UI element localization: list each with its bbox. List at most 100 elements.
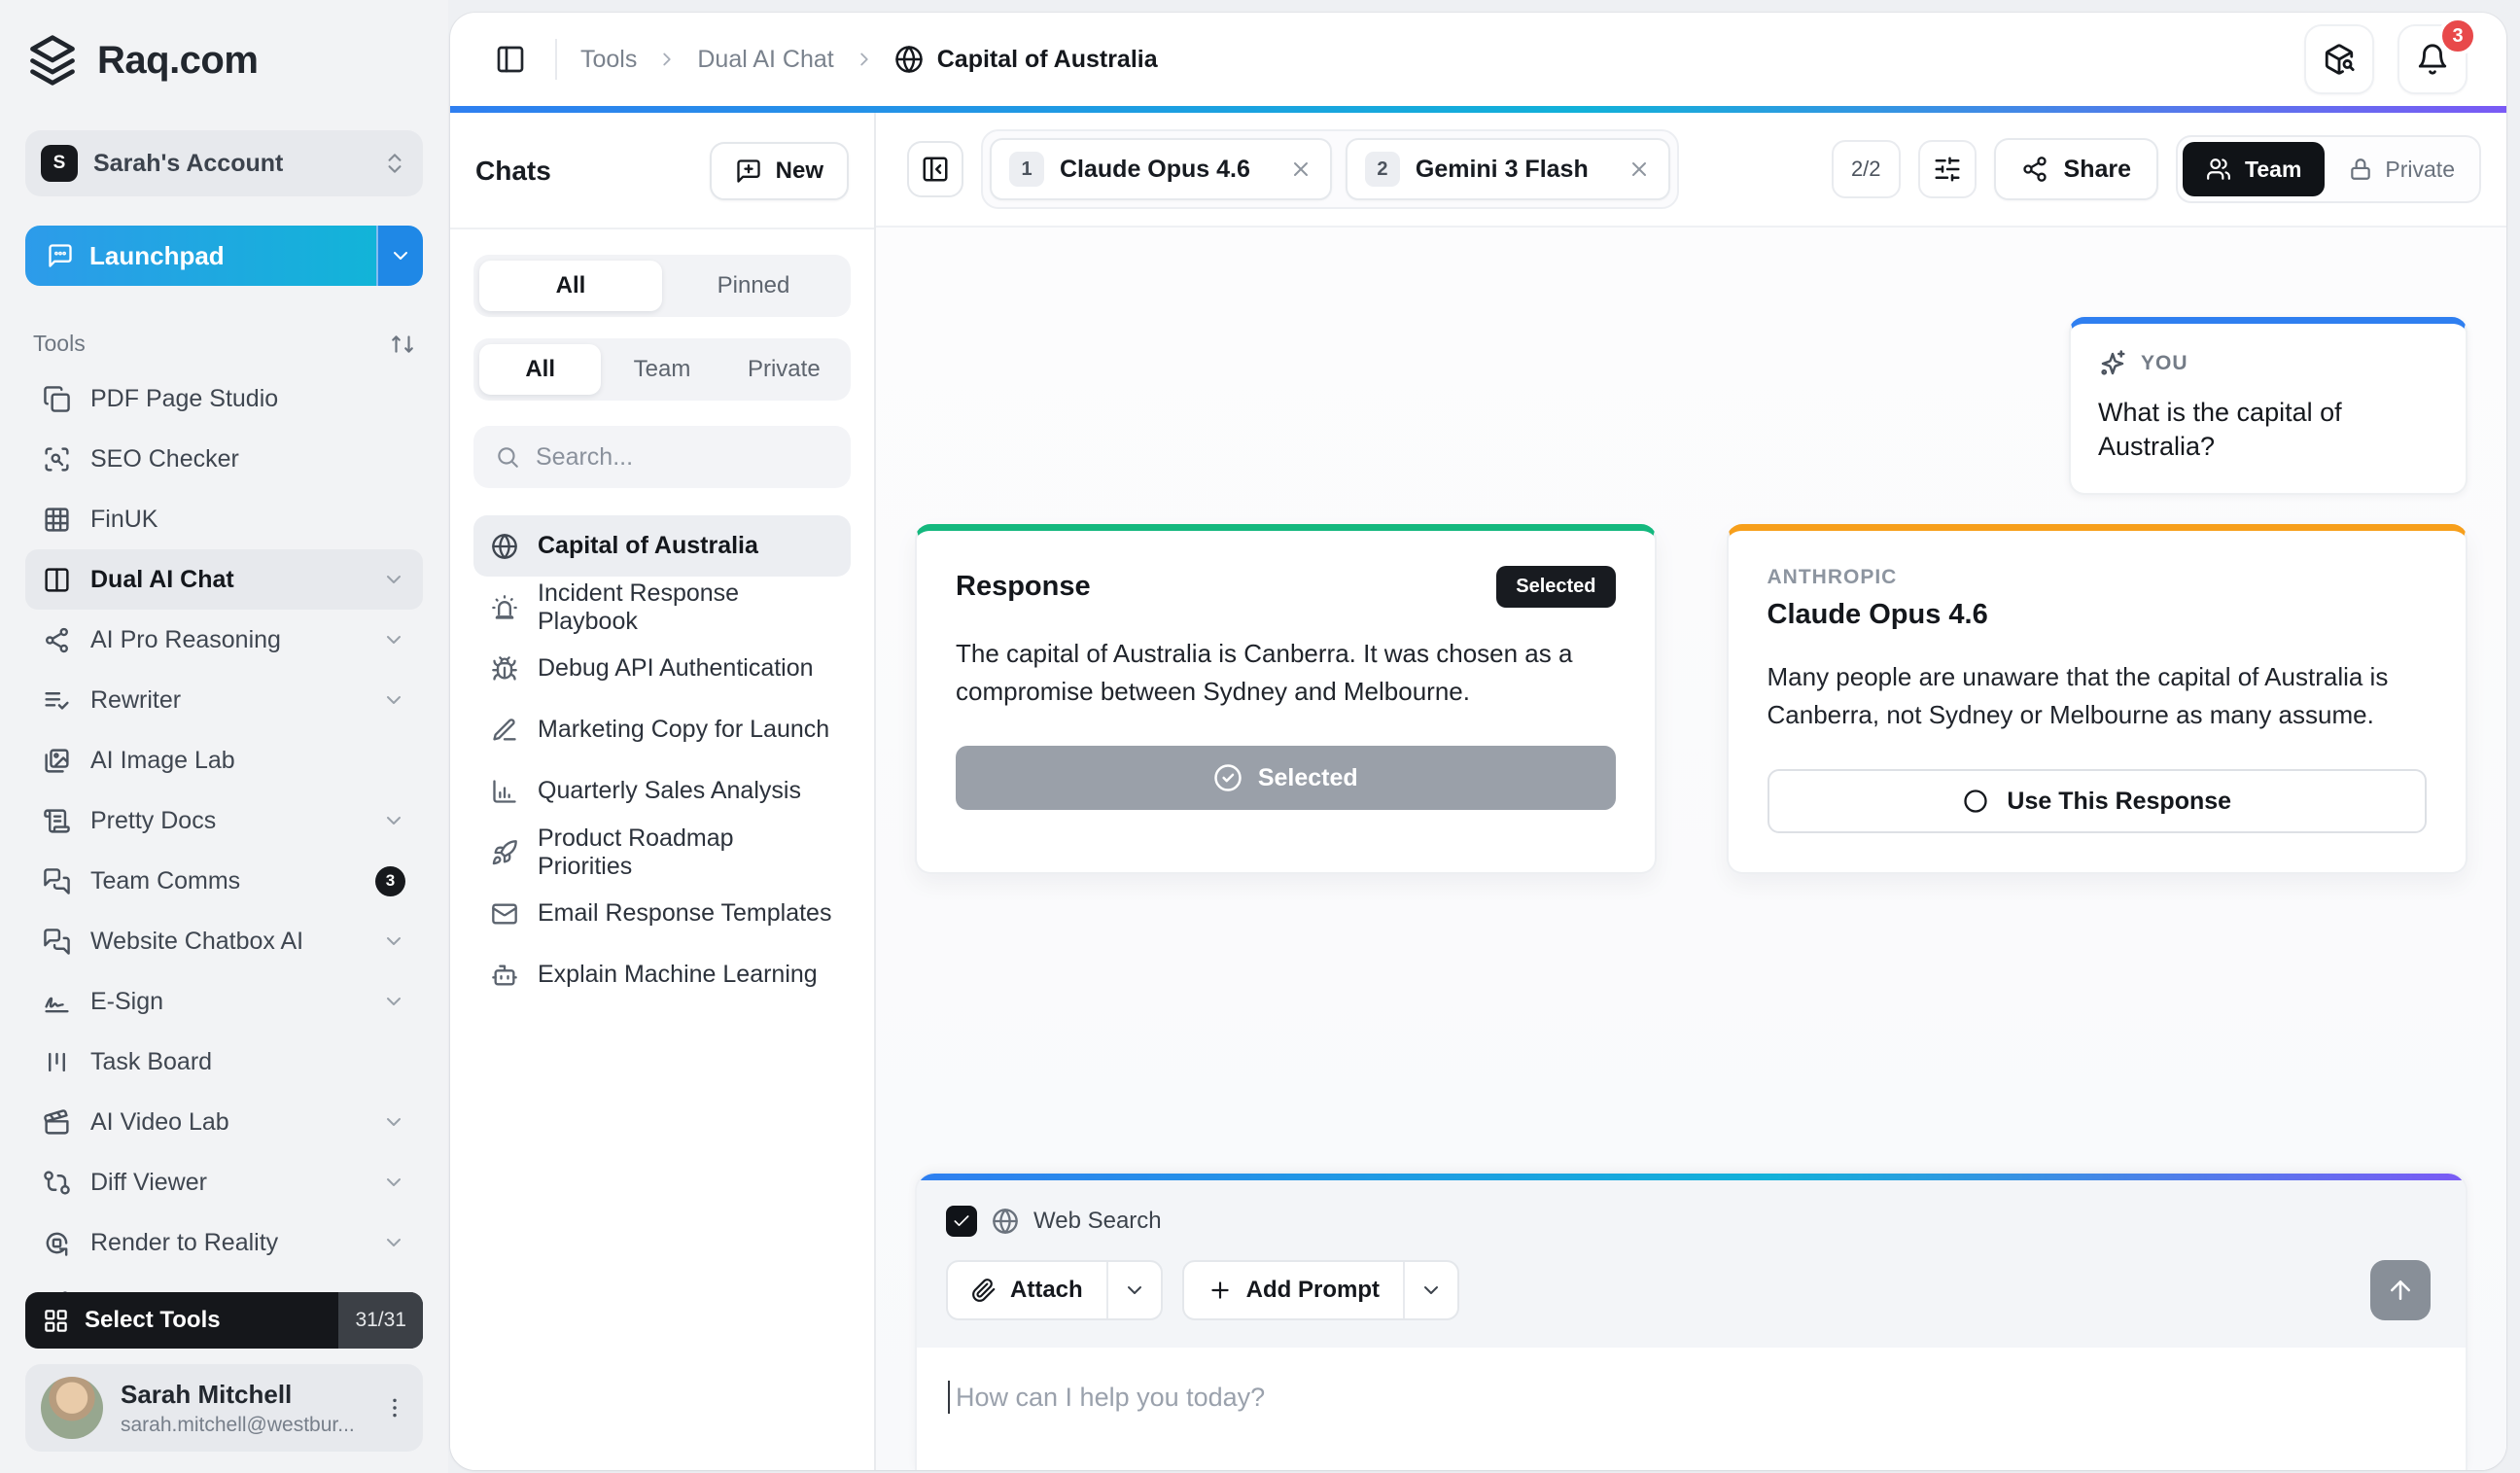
image-icon (43, 747, 71, 775)
sidebar-item-ai-image-lab[interactable]: AI Image Lab (25, 730, 423, 790)
sidebar-item-pretty-docs[interactable]: Pretty Docs (25, 790, 423, 851)
chat-item-incident-response-playbook[interactable]: Incident Response Playbook (473, 577, 851, 638)
sort-icon[interactable] (390, 332, 415, 357)
response-text: Many people are unaware that the capital… (1767, 662, 2389, 730)
chat-item-email-response-templates[interactable]: Email Response Templates (473, 883, 851, 944)
chat-item-debug-api-authentication[interactable]: Debug API Authentication (473, 638, 851, 699)
sidebar-item-render-to-reality[interactable]: Render to Reality (25, 1212, 423, 1273)
clapperboard-icon (43, 1108, 71, 1137)
tab-all-scope[interactable]: All (479, 344, 602, 395)
profile-email: sarah.mitchell@westbur... (121, 1413, 355, 1436)
composer: Web Search Attach Add Prompt How can I h… (915, 1172, 2468, 1470)
sidebar-item-e-sign[interactable]: E-Sign (25, 971, 423, 1032)
chevron-right-icon (854, 49, 875, 70)
attach-dropdown-button[interactable] (1108, 1262, 1161, 1318)
sidebar-item-task-board[interactable]: Task Board (25, 1032, 423, 1092)
team-toggle[interactable]: Team (2183, 142, 2326, 196)
launchpad-button[interactable]: Launchpad (25, 226, 423, 286)
network-icon (43, 626, 71, 654)
selected-button[interactable]: Selected (956, 746, 1616, 811)
close-icon[interactable] (1628, 158, 1651, 181)
search-input[interactable]: Search... (473, 426, 851, 488)
response-title: Response (956, 571, 1091, 603)
settings-button[interactable] (1917, 140, 1977, 198)
sidebar-toggle-button[interactable] (489, 38, 532, 81)
chat-item-marketing-copy-for-launch[interactable]: Marketing Copy for Launch (473, 699, 851, 760)
select-tools-button[interactable]: Select Tools 31/31 (25, 1292, 423, 1349)
sidebar-item-seo-checker[interactable]: SEO Checker (25, 429, 423, 489)
sidebar-item-vector-motion-lab[interactable]: Vector Motion Lab (25, 1273, 423, 1292)
breadcrumb-tools[interactable]: Tools (580, 46, 637, 74)
notifications-button[interactable]: 3 (2398, 17, 2477, 94)
sidebar-item-diff-viewer[interactable]: Diff Viewer (25, 1152, 423, 1212)
check-circle-icon (1213, 763, 1242, 792)
chevron-down-icon (382, 1171, 405, 1194)
sidebar-item-finuk[interactable]: FinUK (25, 489, 423, 549)
account-label: Sarah's Account (93, 149, 284, 177)
profile-card[interactable]: Sarah Mitchell sarah.mitchell@westbur... (25, 1364, 423, 1452)
text-caret (948, 1381, 950, 1414)
scope-filter-tabs: All Team Private (473, 338, 851, 401)
kebab-menu-icon[interactable] (382, 1395, 407, 1420)
attach-button[interactable]: Attach (946, 1260, 1163, 1320)
main-window: Tools Dual AI Chat Capital of Australia … (450, 13, 2506, 1470)
notification-badge: 3 (2438, 17, 2477, 55)
send-button[interactable] (2370, 1260, 2431, 1320)
close-icon[interactable] (1289, 158, 1312, 181)
sidebar-item-ai-video-lab[interactable]: AI Video Lab (25, 1092, 423, 1152)
columns-icon (43, 566, 71, 594)
sidebar-item-rewriter[interactable]: Rewriter (25, 670, 423, 730)
chat-item-product-roadmap-priorities[interactable]: Product Roadmap Priorities (473, 822, 851, 883)
tab-private[interactable]: Private (723, 344, 845, 395)
bot-icon (491, 962, 518, 989)
siren-icon (491, 594, 518, 621)
message-icon (47, 242, 74, 269)
web-search-checkbox[interactable] (946, 1206, 977, 1237)
chat-item-quarterly-sales-analysis[interactable]: Quarterly Sales Analysis (473, 760, 851, 822)
grid-icon (43, 1308, 69, 1334)
account-switcher[interactable]: S Sarah's Account (25, 130, 423, 196)
share-button[interactable]: Share (1993, 138, 2159, 200)
sidebar-item-team-comms[interactable]: Team Comms 3 (25, 851, 423, 911)
tab-pinned[interactable]: Pinned (662, 261, 845, 311)
arrow-up-icon (2386, 1276, 2415, 1305)
chat-item-explain-machine-learning[interactable]: Explain Machine Learning (473, 944, 851, 1005)
chats-panel: Chats New All Pinned All Team Private Se… (450, 113, 876, 1470)
launchpad-expand-button[interactable] (376, 226, 423, 286)
breadcrumb-dual-ai-chat[interactable]: Dual AI Chat (697, 46, 833, 74)
user-message-bubble: YOU What is the capital of Australia? (2069, 317, 2468, 496)
composer-accent-line (917, 1174, 2466, 1180)
globe-icon (992, 1208, 1019, 1235)
tab-team[interactable]: Team (601, 344, 722, 395)
model-chip-claude[interactable]: 1 Claude Opus 4.6 (990, 138, 1332, 200)
sidebar-item-pdf-page-studio[interactable]: PDF Page Studio (25, 368, 423, 429)
visibility-toggle: Team Private (2176, 135, 2481, 203)
model-chip-gemini[interactable]: 2 Gemini 3 Flash (1345, 138, 1670, 200)
sidebar-item-dual-ai-chat[interactable]: Dual AI Chat (25, 549, 423, 610)
share-icon (2021, 156, 2048, 183)
bug-icon (491, 655, 518, 683)
users-icon (2206, 157, 2231, 182)
sparkles-icon (2098, 349, 2127, 378)
collapse-panel-button[interactable] (907, 141, 963, 197)
web-search-label: Web Search (1033, 1208, 1162, 1234)
search-placeholder: Search... (536, 442, 634, 471)
table-icon (43, 506, 71, 534)
private-toggle[interactable]: Private (2328, 142, 2474, 196)
use-this-response-button[interactable]: Use This Response (1767, 769, 2427, 834)
select-tools-count: 31/31 (338, 1292, 423, 1349)
chat-item-capital-of-australia[interactable]: Capital of Australia (473, 515, 851, 577)
globe-icon (894, 45, 924, 74)
add-prompt-button[interactable]: Add Prompt (1181, 1260, 1459, 1320)
tab-all-pins[interactable]: All (479, 261, 662, 311)
add-prompt-dropdown-button[interactable] (1405, 1262, 1457, 1318)
package-search-button[interactable] (2304, 24, 2374, 94)
chevrons-up-down-icon (382, 151, 407, 176)
chat-bubbles-icon (43, 928, 71, 956)
brand-name: Raq.com (97, 38, 259, 82)
user-message-text: What is the capital of Australia? (2098, 398, 2342, 462)
sidebar-item-ai-pro-reasoning[interactable]: AI Pro Reasoning (25, 610, 423, 670)
new-chat-button[interactable]: New (709, 142, 849, 200)
message-input[interactable]: How can I help you today? (917, 1348, 2466, 1470)
sidebar-item-website-chatbox-ai[interactable]: Website Chatbox AI (25, 911, 423, 971)
